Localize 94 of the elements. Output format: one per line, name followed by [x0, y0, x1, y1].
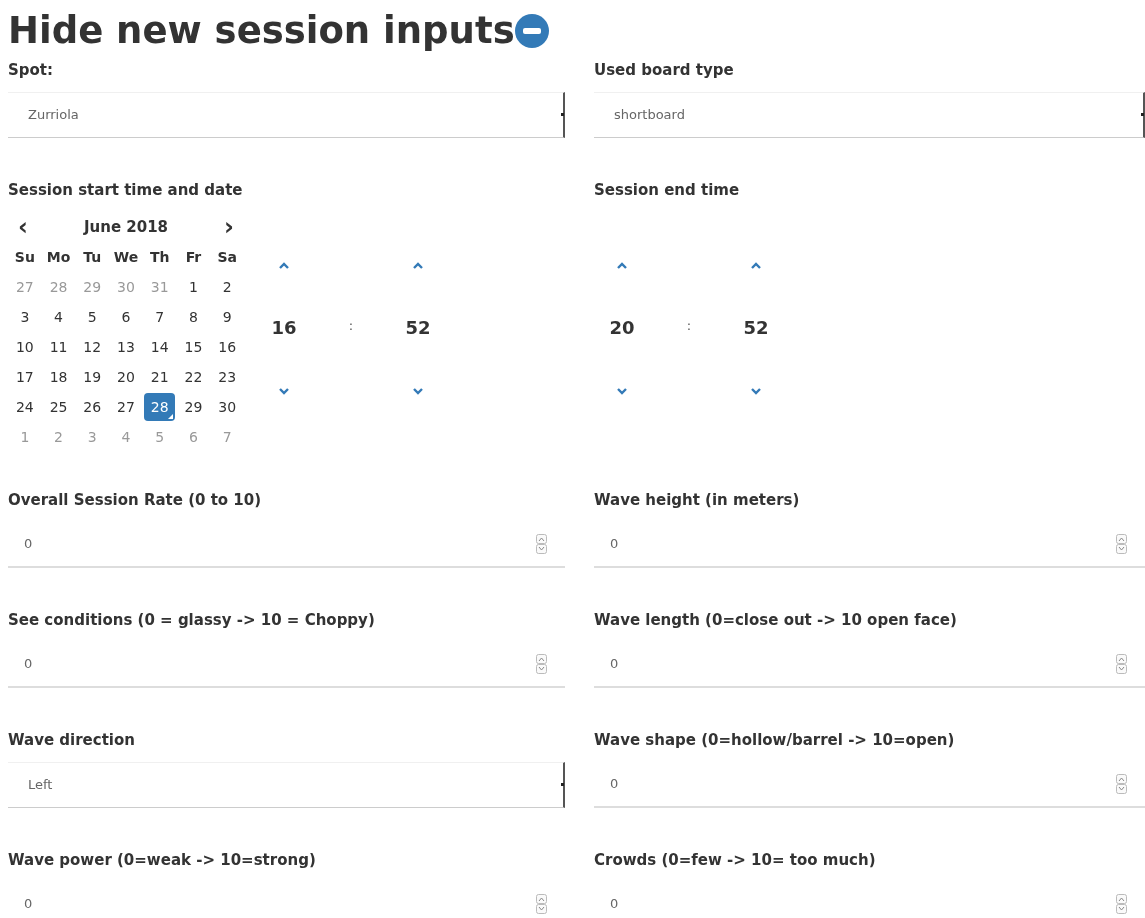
calendar-day[interactable]: 18: [43, 363, 75, 391]
chevron-down-icon: [750, 387, 762, 395]
decrement-button[interactable]: [615, 386, 629, 396]
select-field[interactable]: shortboard: [594, 92, 1145, 138]
field-label: Session end time: [594, 180, 741, 200]
spinner-icon[interactable]: [536, 534, 547, 554]
select-field[interactable]: Zurriola: [8, 92, 565, 138]
chevron-up-icon: [412, 261, 424, 269]
spinner-icon[interactable]: [1116, 894, 1127, 914]
calendar-day[interactable]: 22: [177, 363, 209, 391]
calendar-day[interactable]: 26: [76, 393, 108, 421]
calendar-day[interactable]: 6: [110, 303, 142, 331]
chevron-up-icon: [616, 261, 628, 269]
weekday-label: Mo: [45, 247, 72, 267]
calendar-day[interactable]: 27: [110, 393, 142, 421]
calendar-day[interactable]: 17: [9, 363, 41, 391]
number-field[interactable]: 0: [594, 642, 1145, 688]
calendar-day[interactable]: 8: [177, 303, 209, 331]
next-month-button[interactable]: ›: [214, 215, 244, 239]
calendar-day[interactable]: 19: [76, 363, 108, 391]
field-label: Crowds (0=few -> 10= too much): [594, 850, 877, 870]
time-separator: :: [347, 317, 355, 335]
number-field[interactable]: 0: [594, 762, 1145, 808]
spinner-icon[interactable]: [1116, 534, 1127, 554]
number-field[interactable]: 0: [8, 522, 565, 568]
increment-button[interactable]: [411, 260, 425, 270]
field-label: Spot:: [8, 60, 54, 80]
weekday-label: We: [112, 247, 140, 267]
number-field[interactable]: 0: [8, 642, 565, 688]
corner-icon: [168, 414, 174, 419]
month-title[interactable]: June 2018: [38, 215, 214, 239]
chevron-down-icon: [616, 387, 628, 395]
field-label: Session start time and date: [8, 180, 244, 200]
field-label: Wave power (0=weak -> 10=strong): [8, 850, 317, 870]
weekday-label: Tu: [82, 247, 103, 267]
field-label: Wave length (0=close out -> 10 open face): [594, 610, 958, 630]
calendar-day[interactable]: 29: [177, 393, 209, 421]
weekday-label: Sa: [216, 247, 238, 267]
chevron-up-icon: [278, 261, 290, 269]
calendar-day[interactable]: 25: [43, 393, 75, 421]
time-separator: :: [685, 317, 693, 335]
calendar-day[interactable]: 5: [76, 303, 108, 331]
chevron-down-icon: [278, 387, 290, 395]
hour-value[interactable]: 20: [609, 316, 635, 340]
calendar-day[interactable]: 20: [110, 363, 142, 391]
field-label: See conditions (0 = glassy -> 10 = Choppy): [8, 610, 376, 630]
select-field[interactable]: Left: [8, 762, 565, 808]
chevron-down-icon: [412, 387, 424, 395]
calendar-day[interactable]: 14: [144, 333, 176, 361]
calendar-day[interactable]: 13: [110, 333, 142, 361]
minute-value[interactable]: 52: [743, 316, 769, 340]
weekday-label: Su: [13, 247, 36, 267]
calendar-day[interactable]: 3: [9, 303, 41, 331]
calendar-day[interactable]: 30: [211, 393, 243, 421]
increment-button[interactable]: [277, 260, 291, 270]
field-label: Wave direction: [8, 730, 136, 750]
calendar-day[interactable]: 21: [144, 363, 176, 391]
number-field[interactable]: 0: [594, 522, 1145, 568]
calendar-day[interactable]: 23: [211, 363, 243, 391]
spinner-icon[interactable]: [1116, 654, 1127, 674]
field-label: Wave height (in meters): [594, 490, 801, 510]
minute-value[interactable]: 52: [405, 316, 431, 340]
calendar-day[interactable]: 7: [144, 303, 176, 331]
calendar-day[interactable]: 11: [43, 333, 75, 361]
field-label: Used board type: [594, 60, 735, 80]
spinner-icon[interactable]: [536, 654, 547, 674]
weekday-label: Th: [148, 247, 171, 267]
calendar-day[interactable]: 4: [43, 303, 75, 331]
field-label: Overall Session Rate (0 to 10): [8, 490, 263, 510]
decrement-button[interactable]: [749, 386, 763, 396]
chevron-up-icon: [750, 261, 762, 269]
calendar-day[interactable]: 9: [211, 303, 243, 331]
spinner-icon[interactable]: [1116, 774, 1127, 794]
hour-value[interactable]: 16: [271, 316, 297, 340]
calendar-day[interactable]: 24: [9, 393, 41, 421]
collapse-icon[interactable]: [514, 14, 549, 48]
calendar-day[interactable]: 28: [144, 393, 176, 421]
number-field[interactable]: 0: [8, 882, 565, 918]
spinner-icon[interactable]: [536, 894, 547, 914]
decrement-button[interactable]: [411, 386, 425, 396]
previous-month-button[interactable]: ‹: [8, 215, 38, 239]
increment-button[interactable]: [615, 260, 629, 270]
calendar-day[interactable]: 15: [177, 333, 209, 361]
calendar-day[interactable]: 1: [177, 273, 209, 301]
field-label: Wave shape (0=hollow/barrel -> 10=open): [594, 730, 956, 750]
number-field[interactable]: 0: [594, 882, 1145, 918]
calendar-day[interactable]: 12: [76, 333, 108, 361]
weekday-label: Fr: [184, 247, 203, 267]
calendar-day[interactable]: 10: [9, 333, 41, 361]
section-heading: Hide new session inputs: [8, 11, 515, 49]
calendar-day[interactable]: 2: [211, 273, 243, 301]
calendar-day[interactable]: 16: [211, 333, 243, 361]
decrement-button[interactable]: [277, 386, 291, 396]
increment-button[interactable]: [749, 260, 763, 270]
